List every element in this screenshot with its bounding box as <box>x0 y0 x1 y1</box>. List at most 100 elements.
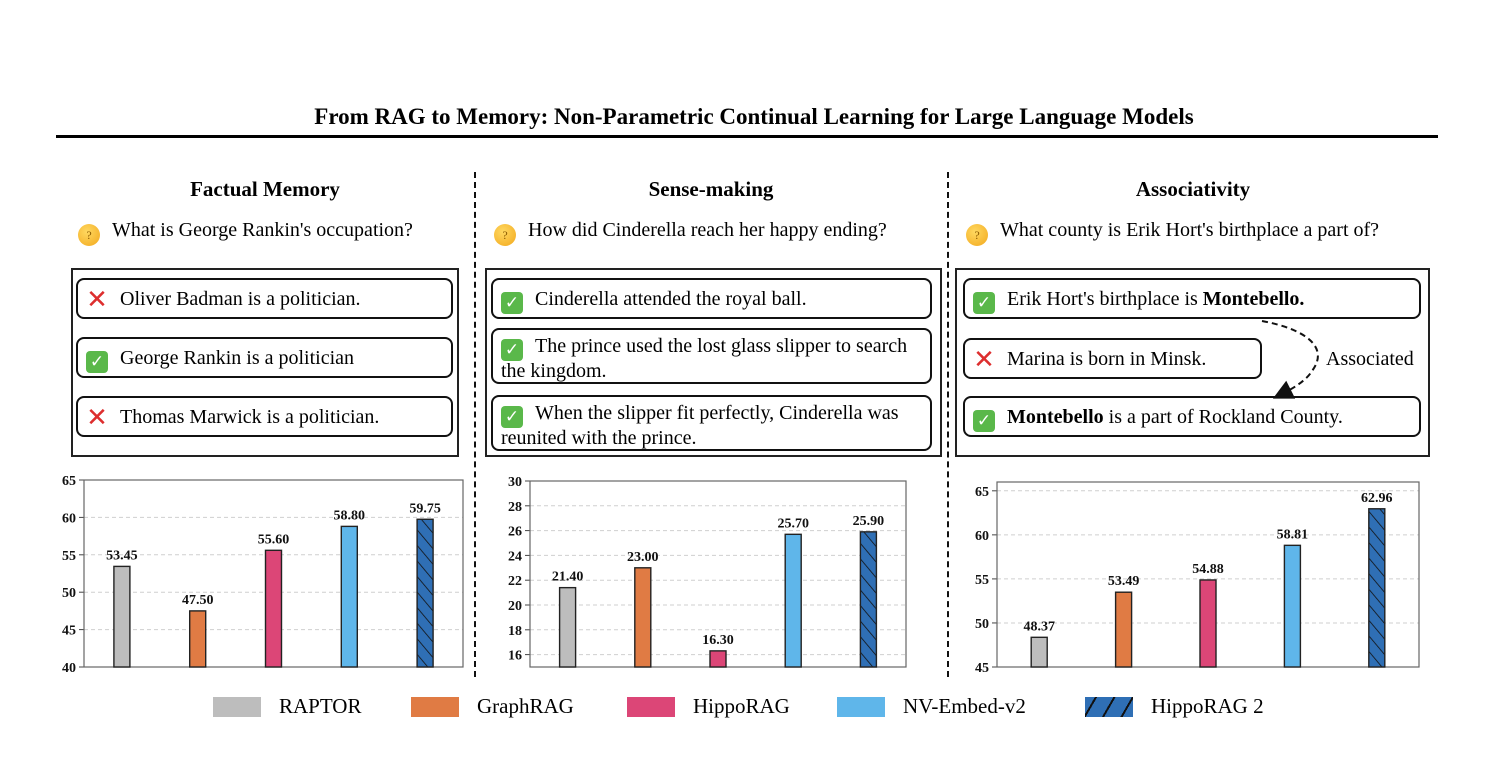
bar-nv-embed-v2 <box>340 525 358 668</box>
y-tick-label: 65 <box>62 474 76 489</box>
association-arrow <box>1261 320 1319 399</box>
passage-entity: Montebello. <box>1202 288 1305 310</box>
legend-swatch <box>627 696 675 717</box>
bar-value-label: 53.49 <box>1108 574 1140 589</box>
question-text: How did Cinderella reach her happy endin… <box>528 219 887 241</box>
y-tick-label: 55 <box>975 573 989 588</box>
legend-swatch <box>411 696 459 717</box>
passage-card: ✓ Montebello is a part of Rockland County… <box>963 396 1421 437</box>
bar-hipporag <box>264 549 283 668</box>
bar-value-label: 58.81 <box>1277 527 1309 542</box>
panel-heading-factual-memory: Factual Memory <box>190 177 340 201</box>
y-tick-label: 26 <box>508 525 522 540</box>
passage-card: ✓ When the slipper fit perfectly, Cindere… <box>491 395 932 451</box>
passage-text: is a part of Rockland County. <box>1103 406 1343 428</box>
panel-question: ? How did Cinderella reach her happy endi… <box>494 219 887 246</box>
passage-entity: Montebello <box>1007 406 1104 428</box>
passage-text: Erik Hort's birthplace is <box>1007 288 1203 310</box>
bar-value-label: 53.45 <box>106 548 137 563</box>
passage-text: George Rankin is a politician <box>120 347 355 369</box>
legend: RAPTOR GraphRAG HippoRAG NV-Embed-v2 Hip… <box>0 694 1508 728</box>
bar-graphrag <box>634 567 652 668</box>
passage-text: Thomas Marwick is a politician. <box>120 406 380 428</box>
bar-raptor <box>113 565 131 668</box>
cross-mark-icon: ✕ <box>86 403 108 433</box>
check-mark-icon: ✓ <box>501 406 523 428</box>
thinking-face-icon: ? <box>494 224 516 246</box>
y-tick-label: 60 <box>975 529 989 544</box>
check-mark-icon: ✓ <box>86 351 108 373</box>
bar-hipporag-2 <box>416 518 434 668</box>
passage-text: Oliver Badman is a politician. <box>120 288 361 310</box>
y-tick-label: 55 <box>62 549 76 564</box>
thinking-face-icon: ? <box>966 224 988 246</box>
cross-mark-icon: ✕ <box>973 345 995 375</box>
passage-card: ✓ George Rankin is a politician <box>76 337 453 378</box>
passage-card: ✓ Cinderella attended the royal ball. <box>491 278 932 319</box>
y-tick-label: 30 <box>508 475 522 490</box>
bar-value-label: 25.70 <box>777 516 809 531</box>
bar-value-label: 48.37 <box>1023 619 1054 634</box>
passage-card: ✕ Marina is born in Minsk. <box>963 338 1262 379</box>
bar-hipporag-2 <box>1368 508 1386 668</box>
bar-value-label: 62.96 <box>1361 491 1393 506</box>
bar-graphrag <box>1114 591 1133 668</box>
legend-item: HippoRAG <box>627 694 790 719</box>
bar-hipporag <box>709 650 727 668</box>
legend-item: RAPTOR <box>213 694 361 719</box>
bar-hipporag <box>1199 579 1217 668</box>
bar-value-label: 16.30 <box>702 633 734 648</box>
y-tick-label: 28 <box>508 500 522 515</box>
question-text: What county is Erik Hort's birthplace a … <box>1000 219 1380 241</box>
legend-item: HippoRAG 2 <box>1085 694 1264 719</box>
bar-value-label: 58.80 <box>334 508 366 523</box>
legend-label: GraphRAG <box>477 694 574 718</box>
legend-label: NV-Embed-v2 <box>903 694 1026 718</box>
passage-text: When the slipper fit perfectly, Cinderel… <box>501 402 899 449</box>
y-tick-label: 22 <box>508 574 522 589</box>
bar-value-label: 59.75 <box>409 501 441 516</box>
y-tick-label: 65 <box>975 485 989 500</box>
y-tick-label: 45 <box>62 624 76 639</box>
legend-label: HippoRAG <box>693 694 790 718</box>
y-tick-label: 16 <box>508 649 522 664</box>
bar-value-label: 25.90 <box>853 514 885 529</box>
passage-text: Cinderella attended the royal ball. <box>535 288 807 310</box>
passage-text: The prince used the lost glass slipper t… <box>501 335 908 382</box>
legend-swatch <box>837 696 885 717</box>
bar-chart-sense-making: 16 18 20 22 24 26 28 30 21.40 23.00 16.30 25.70 25.9… <box>508 475 907 668</box>
association-label: Associated <box>1326 348 1414 370</box>
bar-value-label: 23.00 <box>627 550 659 565</box>
check-mark-icon: ✓ <box>973 292 995 314</box>
y-tick-label: 50 <box>975 617 989 632</box>
passage-text: Marina is born in Minsk. <box>1007 348 1207 370</box>
check-mark-icon: ✓ <box>501 292 523 314</box>
bar-value-label: 55.60 <box>258 532 290 547</box>
legend-swatch <box>1085 696 1133 717</box>
legend-label: RAPTOR <box>279 694 362 718</box>
thinking-face-icon: ? <box>78 224 100 246</box>
bar-value-label: 47.50 <box>182 593 214 608</box>
passage-card: ✓ The prince used the lost glass slipper … <box>491 328 932 384</box>
bar-value-label: 21.40 <box>552 570 584 585</box>
bar-chart-associativity: 45 50 55 60 65 48.37 53.49 54.88 58.81 62.96 <box>975 481 1420 676</box>
y-tick-label: 20 <box>508 599 522 614</box>
y-tick-label: 45 <box>975 661 989 676</box>
legend-item: GraphRAG <box>411 694 574 719</box>
legend-item: NV-Embed-v2 <box>837 694 1026 719</box>
title-rule <box>56 135 1438 138</box>
passage-card: ✓ Erik Hort's birthplace is Montebello. <box>963 278 1421 319</box>
panel-question: ? What county is Erik Hort's birthplace a… <box>966 219 1379 246</box>
legend-swatch <box>213 696 261 717</box>
panel-heading-associativity: Associativity <box>1135 177 1251 201</box>
bar-raptor <box>558 586 577 668</box>
bar-nv-embed-v2 <box>1283 544 1302 668</box>
bar-chart-factual-memory: 40 45 50 55 60 65 53.45 47.50 55.60 58.80 59.75 <box>62 474 464 676</box>
column-divider <box>947 172 949 677</box>
check-mark-icon: ✓ <box>973 410 995 432</box>
bar-value-label: 54.88 <box>1192 562 1224 577</box>
y-tick-label: 50 <box>62 586 76 601</box>
bar-raptor <box>1030 636 1048 668</box>
panel-heading-sense-making: Sense-making <box>648 177 774 201</box>
passage-card: ✕ Thomas Marwick is a politician. <box>76 396 453 437</box>
